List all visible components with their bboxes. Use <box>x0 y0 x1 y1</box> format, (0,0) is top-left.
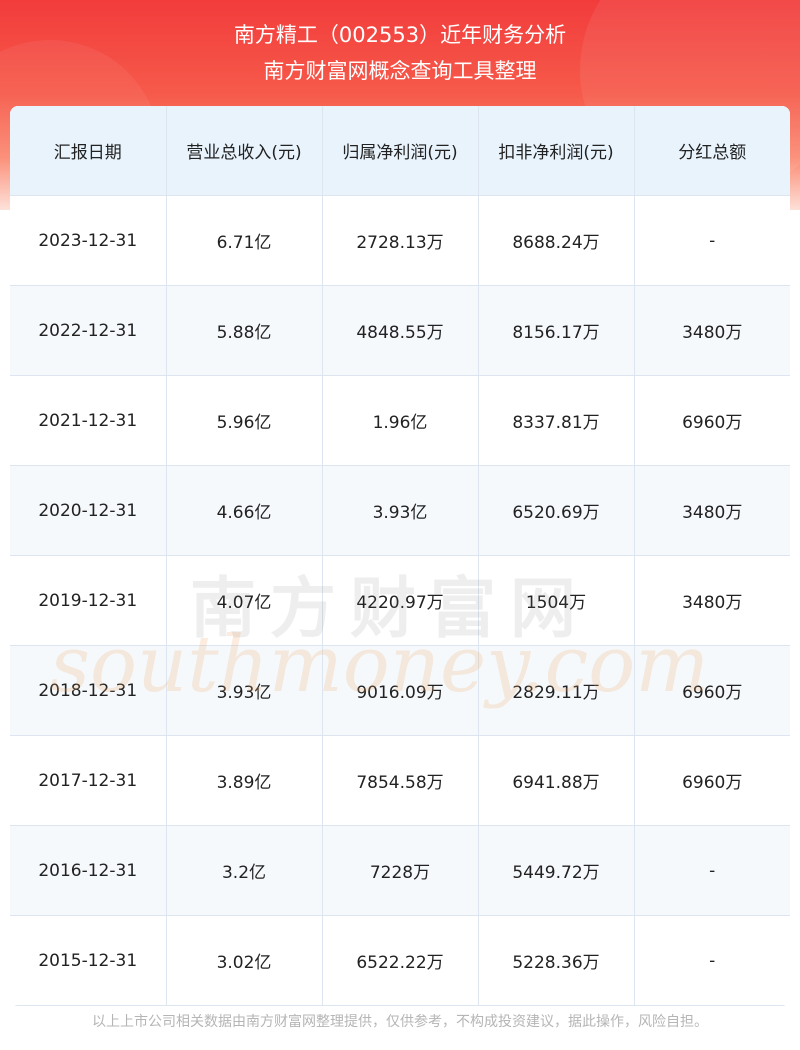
table-row: 2018-12-31 3.93亿 9016.09万 2829.11万 6960万 <box>10 645 790 736</box>
cell-deducted-profit: 5449.72万 <box>477 825 635 916</box>
table-row: 2020-12-31 4.66亿 3.93亿 6520.69万 3480万 <box>10 465 790 556</box>
cell-dividend: 6960万 <box>633 645 790 736</box>
cell-date: 2021-12-31 <box>10 375 167 466</box>
cell-net-profit: 7228万 <box>321 825 479 916</box>
table-row: 2015-12-31 3.02亿 6522.22万 5228.36万 - <box>10 915 790 1006</box>
cell-dividend: 6960万 <box>633 735 790 826</box>
cell-dividend: 3480万 <box>633 555 790 646</box>
footer-disclaimer: 以上上市公司相关数据由南方财富网整理提供，仅供参考，不构成投资建议，据此操作，风… <box>92 1014 708 1030</box>
cell-net-profit: 4220.97万 <box>321 555 479 646</box>
cell-date: 2017-12-31 <box>10 735 167 826</box>
cell-dividend: - <box>633 825 790 916</box>
cell-net-profit: 1.96亿 <box>321 375 479 466</box>
cell-net-profit: 3.93亿 <box>321 465 479 556</box>
table-row: 2022-12-31 5.88亿 4848.55万 8156.17万 3480万 <box>10 285 790 376</box>
column-header-dividend: 分红总额 <box>633 106 790 196</box>
cell-revenue: 4.07亿 <box>165 555 323 646</box>
cell-deducted-profit: 2829.11万 <box>477 645 635 736</box>
cell-deducted-profit: 6941.88万 <box>477 735 635 826</box>
table-row: 2016-12-31 3.2亿 7228万 5449.72万 - <box>10 825 790 916</box>
table-row: 2021-12-31 5.96亿 1.96亿 8337.81万 6960万 <box>10 375 790 466</box>
cell-revenue: 3.2亿 <box>165 825 323 916</box>
cell-deducted-profit: 5228.36万 <box>477 915 635 1006</box>
cell-deducted-profit: 6520.69万 <box>477 465 635 556</box>
cell-dividend: 3480万 <box>633 465 790 556</box>
cell-deducted-profit: 8156.17万 <box>477 285 635 376</box>
cell-date: 2018-12-31 <box>10 645 167 736</box>
page-title: 南方精工（002553）近年财务分析 <box>233 23 567 47</box>
cell-dividend: - <box>633 195 790 286</box>
cell-net-profit: 9016.09万 <box>321 645 479 736</box>
cell-revenue: 3.02亿 <box>165 915 323 1006</box>
cell-net-profit: 2728.13万 <box>321 195 479 286</box>
cell-revenue: 4.66亿 <box>165 465 323 556</box>
financial-table: 汇报日期 营业总收入(元) 归属净利润(元) 扣非净利润(元) 分红总额 202… <box>10 106 790 1006</box>
cell-date: 2020-12-31 <box>10 465 167 556</box>
cell-net-profit: 6522.22万 <box>321 915 479 1006</box>
cell-net-profit: 4848.55万 <box>321 285 479 376</box>
cell-date: 2019-12-31 <box>10 555 167 646</box>
cell-date: 2016-12-31 <box>10 825 167 916</box>
page-subtitle: 南方财富网概念查询工具整理 <box>263 59 537 83</box>
cell-revenue: 3.93亿 <box>165 645 323 736</box>
table-row: 2017-12-31 3.89亿 7854.58万 6941.88万 6960万 <box>10 735 790 826</box>
cell-revenue: 3.89亿 <box>165 735 323 826</box>
column-header-deducted-profit: 扣非净利润(元) <box>477 106 635 196</box>
cell-date: 2015-12-31 <box>10 915 167 1006</box>
table-row: 2023-12-31 6.71亿 2728.13万 8688.24万 - <box>10 195 790 286</box>
table-header-row: 汇报日期 营业总收入(元) 归属净利润(元) 扣非净利润(元) 分红总额 <box>10 106 790 196</box>
cell-dividend: - <box>633 915 790 1006</box>
cell-dividend: 6960万 <box>633 375 790 466</box>
cell-revenue: 5.88亿 <box>165 285 323 376</box>
cell-dividend: 3480万 <box>633 285 790 376</box>
column-header-net-profit: 归属净利润(元) <box>321 106 479 196</box>
cell-deducted-profit: 1504万 <box>477 555 635 646</box>
cell-deducted-profit: 8688.24万 <box>477 195 635 286</box>
column-header-date: 汇报日期 <box>10 106 167 196</box>
cell-revenue: 5.96亿 <box>165 375 323 466</box>
column-header-revenue: 营业总收入(元) <box>165 106 323 196</box>
cell-revenue: 6.71亿 <box>165 195 323 286</box>
financial-table-card: 汇报日期 营业总收入(元) 归属净利润(元) 扣非净利润(元) 分红总额 202… <box>10 106 790 1006</box>
cell-date: 2023-12-31 <box>10 195 167 286</box>
table-row: 2019-12-31 4.07亿 4220.97万 1504万 3480万 <box>10 555 790 646</box>
cell-net-profit: 7854.58万 <box>321 735 479 826</box>
cell-deducted-profit: 8337.81万 <box>477 375 635 466</box>
cell-date: 2022-12-31 <box>10 285 167 376</box>
